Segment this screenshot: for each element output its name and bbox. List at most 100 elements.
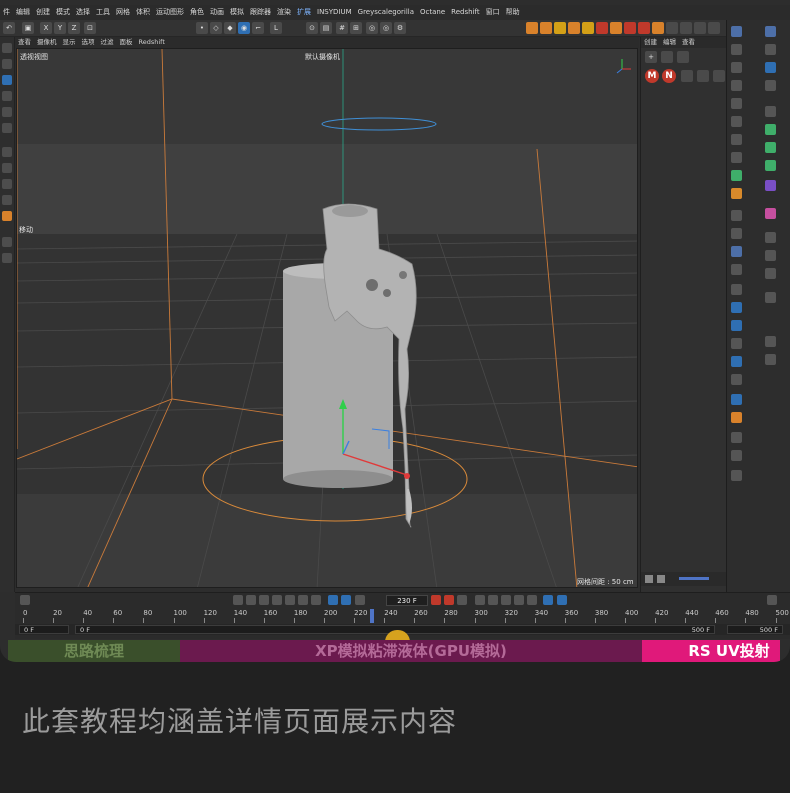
object-menu-item-2[interactable]: 查看	[682, 37, 695, 48]
grid-icon[interactable]: #	[336, 22, 348, 34]
play-icon[interactable]	[272, 595, 282, 605]
axis-y-button[interactable]: Y	[54, 22, 66, 34]
right-icon-26[interactable]	[765, 26, 776, 37]
motion-icon[interactable]	[475, 595, 485, 605]
menu-item-4[interactable]: 选择	[76, 5, 90, 20]
end-frame-field[interactable]: 500 F	[727, 625, 783, 634]
tool-icon-11[interactable]	[2, 211, 12, 221]
menu-item-11[interactable]: 模拟	[230, 5, 244, 20]
menu-item-9[interactable]: 角色	[190, 5, 204, 20]
plugin-icon-4[interactable]	[568, 22, 580, 34]
playhead[interactable]	[370, 609, 374, 623]
key-pos-icon[interactable]	[488, 595, 498, 605]
right-icon-20[interactable]	[731, 374, 742, 385]
banner-segment-3[interactable]: RS UV投射	[678, 640, 780, 662]
axis-z-button[interactable]: Z	[68, 22, 80, 34]
tool-icon-5[interactable]	[2, 107, 12, 117]
menu-item-2[interactable]: 创建	[36, 5, 50, 20]
viewport-menu-item-1[interactable]: 摄像机	[37, 37, 57, 48]
right-icon-15[interactable]	[731, 284, 742, 295]
menu-item-5[interactable]: 工具	[96, 5, 110, 20]
plugin-icon-9[interactable]	[638, 22, 650, 34]
frame-ruler[interactable]: 0 20 40 60 80 100 120 140 160 180 200 220 240 260 280 3…	[15, 609, 790, 623]
sound-icon[interactable]	[355, 595, 365, 605]
prev-frame-icon[interactable]	[259, 595, 269, 605]
right-icon-13[interactable]	[731, 246, 742, 257]
right-icon-28[interactable]	[765, 62, 776, 73]
menu-item-12[interactable]: 跟踪器	[250, 5, 271, 20]
render-settings-icon[interactable]: ⚙	[394, 22, 406, 34]
viewport-menu-item-2[interactable]: 显示	[63, 37, 76, 48]
right-icon-9[interactable]	[731, 170, 742, 181]
prev-key-icon[interactable]	[246, 595, 256, 605]
render-icon[interactable]: ◎	[380, 22, 392, 34]
right-icon-33[interactable]	[765, 160, 776, 171]
banner-segment-2[interactable]: XP模拟粘滞液体(GPU模拟)	[180, 640, 642, 662]
object-tool-icon-1[interactable]	[681, 70, 693, 82]
n-badge-icon[interactable]: N	[662, 69, 676, 83]
points-mode-icon[interactable]: •	[196, 22, 208, 34]
plugin-icon-7[interactable]	[610, 22, 622, 34]
tool-icon-6[interactable]	[2, 123, 12, 133]
workplane-icon[interactable]: L	[270, 22, 282, 34]
right-icon-3[interactable]	[731, 62, 742, 73]
plugin-icon-6[interactable]	[596, 22, 608, 34]
texture-mode-icon[interactable]: ◉	[238, 22, 250, 34]
object-tool-icon-3[interactable]	[713, 70, 725, 82]
right-icon-29[interactable]	[765, 80, 776, 91]
menu-item-0[interactable]: 件	[3, 5, 10, 20]
plugin-icon-8[interactable]	[624, 22, 636, 34]
brush-icon[interactable]	[677, 51, 689, 63]
right-icon-8[interactable]	[731, 152, 742, 163]
menu-item-13[interactable]: 渲染	[277, 5, 291, 20]
m-badge-icon[interactable]: M	[645, 69, 659, 83]
lock-icon[interactable]: ⊙	[306, 22, 318, 34]
right-icon-11[interactable]	[731, 210, 742, 221]
key-scale-icon[interactable]	[514, 595, 524, 605]
plugin-icon-14[interactable]	[708, 22, 720, 34]
keyframe-selection-icon[interactable]	[457, 595, 467, 605]
render-region-icon[interactable]: ⊞	[350, 22, 362, 34]
right-icon-23[interactable]	[731, 432, 742, 443]
viewport-menu-item-6[interactable]: Redshift	[139, 37, 165, 48]
menu-item-3[interactable]: 模式	[56, 5, 70, 20]
right-icon-31[interactable]	[765, 124, 776, 135]
menu-item-20[interactable]: 帮助	[506, 5, 520, 20]
go-end-icon[interactable]	[311, 595, 321, 605]
right-icon-37[interactable]	[765, 250, 776, 261]
plugin-icon-3[interactable]	[554, 22, 566, 34]
viewport-menu-item-3[interactable]: 选项	[82, 37, 95, 48]
right-icon-35[interactable]	[765, 208, 776, 219]
current-frame-field[interactable]: 230 F	[386, 595, 428, 606]
plugin-icon-13[interactable]	[694, 22, 706, 34]
right-icon-19[interactable]	[731, 356, 742, 367]
expand-timeline-icon[interactable]	[767, 595, 777, 605]
menu-item-16[interactable]: Greyscalegorilla	[358, 5, 414, 20]
right-icon-36[interactable]	[765, 232, 776, 243]
right-icon-10[interactable]	[731, 188, 742, 199]
add-icon[interactable]: +	[645, 51, 657, 63]
right-icon-5[interactable]	[731, 98, 742, 109]
go-start-icon[interactable]	[233, 595, 243, 605]
right-icon-38[interactable]	[765, 268, 776, 279]
tool-icon-3[interactable]	[2, 75, 12, 85]
object-tool-icon-2[interactable]	[697, 70, 709, 82]
right-icon-2[interactable]	[731, 44, 742, 55]
tool-icon-13[interactable]	[2, 253, 12, 263]
right-icon-39[interactable]	[765, 292, 776, 303]
viewport-menu-item-4[interactable]: 过滤	[101, 37, 114, 48]
key-pla-icon[interactable]	[543, 595, 553, 605]
menu-item-10[interactable]: 动画	[210, 5, 224, 20]
grid-view-icon[interactable]	[645, 575, 653, 583]
autokey-icon[interactable]	[444, 595, 454, 605]
keyframe-icon[interactable]	[20, 595, 30, 605]
snap-icon[interactable]: ⌐	[252, 22, 264, 34]
tool-icon-12[interactable]	[2, 237, 12, 247]
right-icon-6[interactable]	[731, 116, 742, 127]
tool-icon-7[interactable]	[2, 147, 12, 157]
right-icon-14[interactable]	[731, 264, 742, 275]
object-menu-item-1[interactable]: 编辑	[663, 37, 676, 48]
right-icon-40[interactable]	[765, 336, 776, 347]
plugin-icon-2[interactable]	[540, 22, 552, 34]
menu-item-14[interactable]: 扩展	[297, 5, 311, 20]
